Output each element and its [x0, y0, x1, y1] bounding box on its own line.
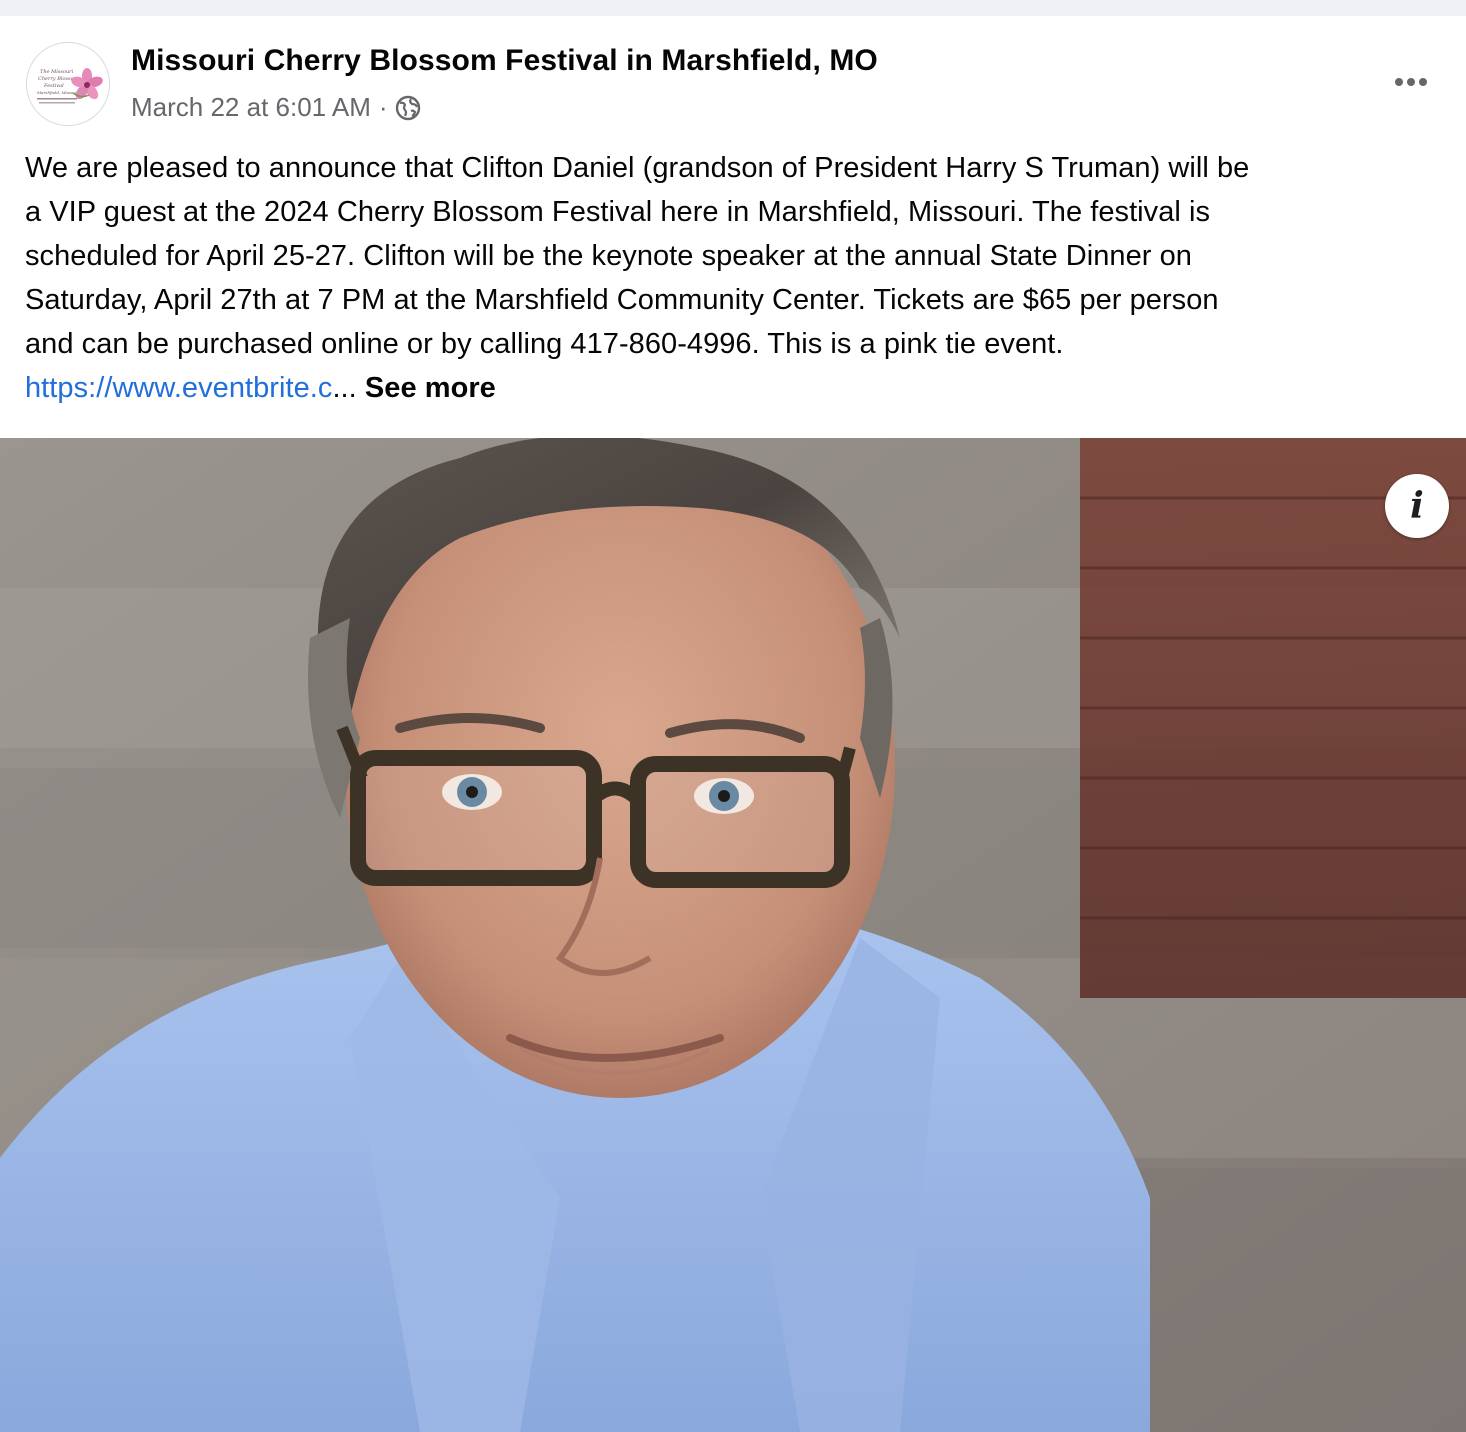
page-name-link[interactable]: Missouri Cherry Blossom Festival in Mars… — [131, 44, 878, 78]
festival-logo: The Missouri Cherry Blossom Festival Mar… — [27, 43, 109, 125]
svg-text:Festival: Festival — [43, 83, 64, 89]
facebook-post: The Missouri Cherry Blossom Festival Mar… — [0, 16, 1466, 1432]
post-timestamp[interactable]: March 22 at 6:01 AM — [131, 92, 371, 123]
post-body-line: and can be purchased online or by callin… — [25, 328, 1064, 360]
see-more-button[interactable]: See more — [365, 372, 496, 404]
post-body-line: scheduled for April 25-27. Clifton will … — [25, 240, 1192, 272]
svg-text:Marshfield, Missouri: Marshfield, Missouri — [36, 90, 80, 95]
globe-icon[interactable] — [395, 95, 421, 121]
meta-separator: · — [378, 92, 388, 122]
top-strip — [0, 0, 1466, 17]
post-photo[interactable] — [0, 438, 1466, 1432]
post-meta: March 22 at 6:01 AM · — [131, 92, 421, 123]
portrait-photo — [0, 438, 1466, 1432]
more-options-icon — [1395, 78, 1427, 86]
post-body: We are pleased to announce that Clifton … — [25, 146, 1450, 410]
info-icon: i — [1410, 485, 1424, 527]
eventbrite-link[interactable]: https://www.eventbrite.c — [25, 372, 332, 404]
post-body-line: We are pleased to announce that Clifton … — [25, 152, 1250, 184]
truncation-ellipsis: ... — [332, 372, 357, 404]
more-options-button[interactable] — [1384, 60, 1438, 104]
post-body-line: Saturday, April 27th at 7 PM at the Mars… — [25, 284, 1219, 316]
post-body-line: a VIP guest at the 2024 Cherry Blossom F… — [25, 196, 1211, 228]
svg-text:The Missouri: The Missouri — [40, 69, 74, 75]
post-body-last-line: https://www.eventbrite.c... See more — [25, 366, 1450, 410]
info-button[interactable]: i — [1385, 474, 1449, 538]
page-avatar[interactable]: The Missouri Cherry Blossom Festival Mar… — [26, 42, 110, 126]
